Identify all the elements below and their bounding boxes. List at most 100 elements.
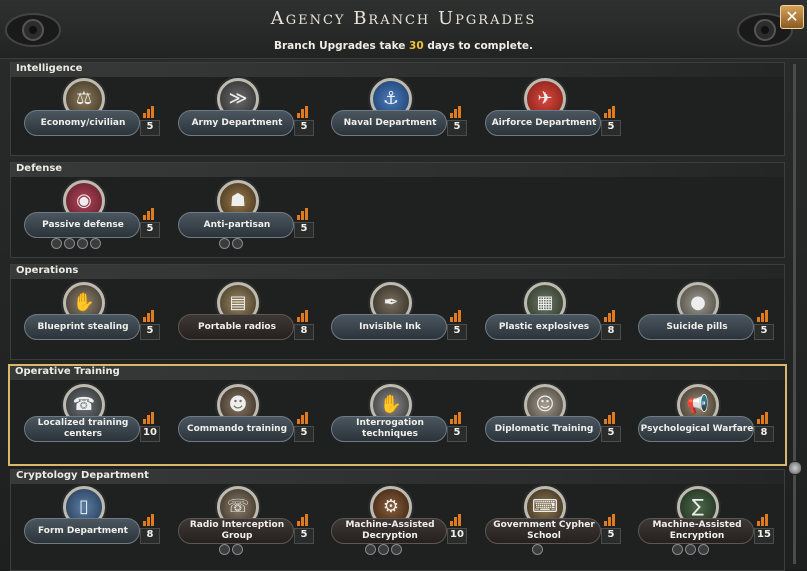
upgrade-card[interactable]: ✋ Interrogation techniques 5 xyxy=(329,384,467,446)
upgrade-slots xyxy=(51,238,101,250)
upgrade-button[interactable]: Interrogation techniques xyxy=(331,416,447,442)
upgrade-label: Suicide pills xyxy=(666,321,728,332)
upgrade-button[interactable]: Diplomatic Training xyxy=(485,416,601,442)
upgrade-label: Interrogation techniques xyxy=(356,418,424,439)
level-bar-icon xyxy=(143,208,154,220)
slot-dot xyxy=(219,544,230,555)
upgrade-label: Form Department xyxy=(38,525,128,536)
level-bar-icon xyxy=(604,514,615,526)
slot-dot xyxy=(378,544,389,555)
upgrade-label: Commando training xyxy=(186,423,288,434)
upgrade-card[interactable]: ☺ Diplomatic Training 5 xyxy=(483,384,621,446)
upgrade-label: Invisible Ink xyxy=(359,321,421,332)
upgrade-button[interactable]: Psychological Warfare xyxy=(638,416,754,442)
upgrade-slots xyxy=(672,544,709,556)
upgrade-label: Radio Interception Group xyxy=(189,520,285,541)
level-bar-icon xyxy=(297,514,308,526)
upgrade-label: Economy/civilian xyxy=(40,117,126,128)
window-subtitle: Branch Upgrades take 30 days to complete… xyxy=(274,40,533,52)
slot-dot xyxy=(219,238,230,249)
level-bar-icon xyxy=(604,412,615,424)
upgrade-level: 5 xyxy=(140,324,160,340)
upgrade-card[interactable]: ∑ Machine-Assisted Encryption 15 xyxy=(636,486,774,555)
level-bar-icon xyxy=(450,514,461,526)
scrollbar-track[interactable] xyxy=(793,64,796,564)
upgrade-level: 8 xyxy=(754,426,774,442)
upgrade-button[interactable]: Blueprint stealing xyxy=(24,314,140,340)
upgrade-slots xyxy=(219,544,243,556)
upgrade-level: 5 xyxy=(601,528,621,544)
upgrade-button[interactable]: Suicide pills xyxy=(638,314,754,340)
upgrade-card[interactable]: ▯ Form Department 8 xyxy=(22,486,160,548)
upgrade-card[interactable]: ⚙ Machine-Assisted Decryption 10 xyxy=(329,486,467,555)
upgrade-label: Psychological Warfare xyxy=(640,423,754,434)
upgrade-card[interactable]: ⚖ Economy/civilian 5 xyxy=(22,78,160,140)
upgrade-card[interactable]: ✈ Airforce Department 5 xyxy=(483,78,621,140)
level-bar-icon xyxy=(450,412,461,424)
section-label: Defense xyxy=(16,163,63,174)
upgrade-card[interactable]: ☏ Radio Interception Group 5 xyxy=(176,486,314,555)
upgrade-level: 5 xyxy=(447,426,467,442)
upgrade-label: Plastic explosives xyxy=(498,321,590,332)
scrollbar[interactable] xyxy=(788,64,802,564)
upgrade-card[interactable]: ☻ Commando training 5 xyxy=(176,384,314,446)
upgrade-card[interactable]: ⌨ Government Cypher School 5 xyxy=(483,486,621,555)
upgrade-days: 30 xyxy=(409,40,424,52)
upgrade-level: 5 xyxy=(754,324,774,340)
slot-dot xyxy=(365,544,376,555)
upgrade-card[interactable]: ☎ Localized training centers 10 xyxy=(22,384,160,446)
upgrade-card[interactable]: ◉ Passive defense 5 xyxy=(22,180,160,249)
upgrade-card[interactable]: ● Suicide pills 5 xyxy=(636,282,774,344)
slot-dot xyxy=(64,238,75,249)
level-bar-icon xyxy=(143,514,154,526)
upgrade-card[interactable]: ☗ Anti-partisan 5 xyxy=(176,180,314,249)
upgrade-button[interactable]: Invisible Ink xyxy=(331,314,447,340)
upgrade-card[interactable]: ✒ Invisible Ink 5 xyxy=(329,282,467,344)
upgrade-card[interactable]: ▦ Plastic explosives 8 xyxy=(483,282,621,344)
upgrade-button[interactable]: Plastic explosives xyxy=(485,314,601,340)
scrollbar-thumb[interactable] xyxy=(788,461,802,475)
upgrade-button[interactable]: Portable radios xyxy=(178,314,294,340)
upgrade-button[interactable]: Machine-Assisted Encryption xyxy=(638,518,754,544)
upgrade-card[interactable]: 📢 Psychological Warfare 8 xyxy=(636,384,774,446)
upgrade-button[interactable]: Radio Interception Group xyxy=(178,518,294,544)
upgrade-button[interactable]: Form Department xyxy=(24,518,140,544)
upgrade-button[interactable]: Economy/civilian xyxy=(24,110,140,136)
upgrade-button[interactable]: Anti-partisan xyxy=(178,212,294,238)
level-bar-icon xyxy=(143,310,154,322)
upgrade-level: 5 xyxy=(601,426,621,442)
section-label: Operative Training xyxy=(15,366,120,377)
upgrade-button[interactable]: Army Department xyxy=(178,110,294,136)
slot-dot xyxy=(672,544,683,555)
upgrade-button[interactable]: Localized training centers xyxy=(24,416,140,442)
upgrade-card[interactable]: ▤ Portable radios 8 xyxy=(176,282,314,344)
upgrade-level: 5 xyxy=(140,222,160,238)
upgrade-card[interactable]: ✋ Blueprint stealing 5 xyxy=(22,282,160,344)
upgrade-label: Localized training centers xyxy=(37,418,129,439)
level-bar-icon xyxy=(297,106,308,118)
level-bar-icon xyxy=(604,310,615,322)
upgrade-card[interactable]: ≫ Army Department 5 xyxy=(176,78,314,140)
upgrade-button[interactable]: Airforce Department xyxy=(485,110,601,136)
upgrade-label: Passive defense xyxy=(42,219,124,230)
upgrade-level: 5 xyxy=(294,426,314,442)
upgrade-button[interactable]: Commando training xyxy=(178,416,294,442)
upgrade-level: 5 xyxy=(294,120,314,136)
upgrade-button[interactable]: Government Cypher School xyxy=(485,518,601,544)
level-bar-icon xyxy=(297,310,308,322)
section-label: Operations xyxy=(16,265,79,276)
upgrade-label: Government Cypher School xyxy=(493,520,595,541)
upgrade-label: Diplomatic Training xyxy=(494,423,594,434)
slot-dot xyxy=(51,238,62,249)
upgrade-button[interactable]: Naval Department xyxy=(331,110,447,136)
upgrade-card[interactable]: ⚓ Naval Department 5 xyxy=(329,78,467,140)
close-button[interactable]: ✕ xyxy=(780,5,804,29)
upgrade-label: Portable radios xyxy=(198,321,276,332)
upgrade-level: 10 xyxy=(447,528,467,544)
upgrade-label: Machine-Assisted Decryption xyxy=(345,520,435,541)
upgrade-label: Army Department xyxy=(191,117,283,128)
window-header: Agency Branch Upgrades Branch Upgrades t… xyxy=(0,0,807,59)
upgrade-button[interactable]: Passive defense xyxy=(24,212,140,238)
upgrade-button[interactable]: Machine-Assisted Decryption xyxy=(331,518,447,544)
level-bar-icon xyxy=(757,514,768,526)
